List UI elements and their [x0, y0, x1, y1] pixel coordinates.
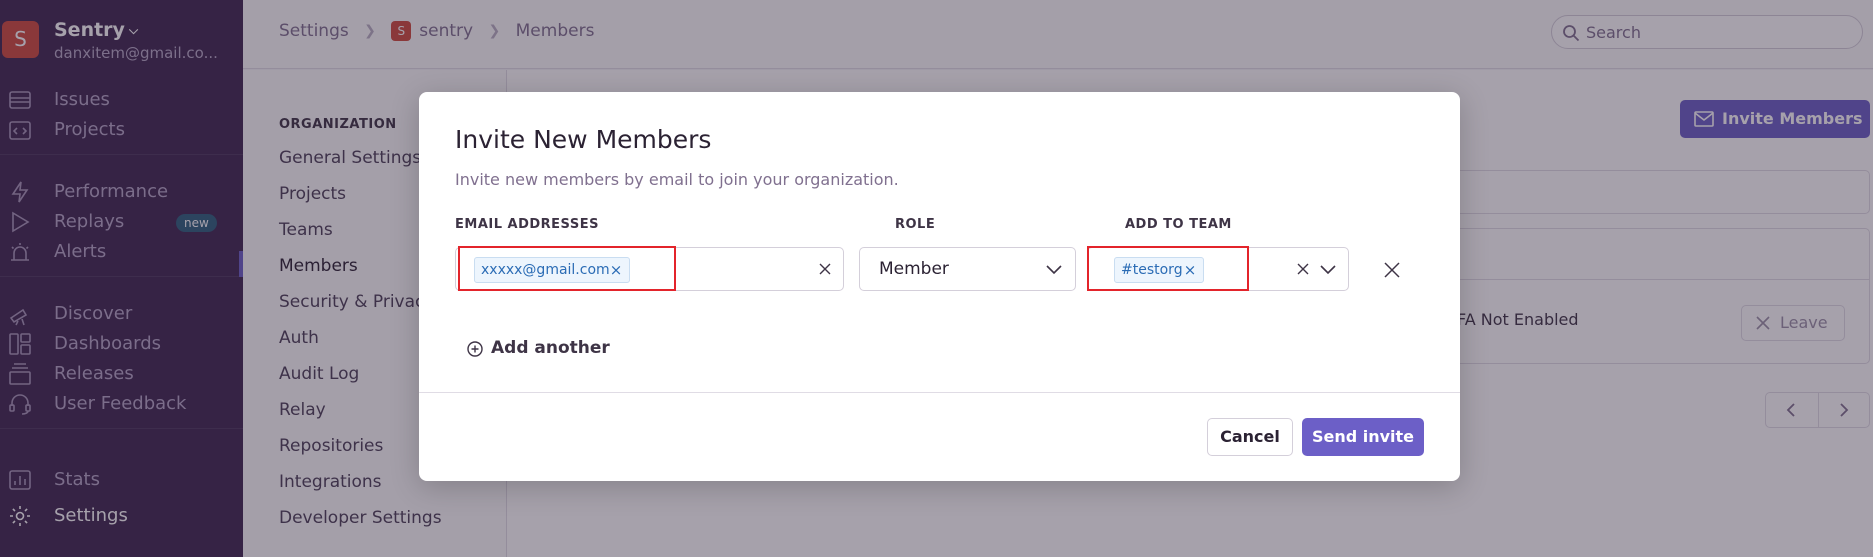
team-chip: #testorg ×: [1114, 257, 1204, 283]
email-column-label: EMAIL ADDRESSES: [455, 217, 599, 232]
modal-title: Invite New Members: [455, 125, 712, 154]
invite-members-modal: Invite New Members Invite new members by…: [419, 92, 1460, 481]
chip-remove-icon[interactable]: ×: [1183, 258, 1197, 282]
role-column-label: ROLE: [895, 217, 936, 232]
email-chip: xxxxx@gmail.com ×: [474, 257, 630, 283]
email-input[interactable]: xxxxx@gmail.com ×: [455, 247, 844, 291]
role-select[interactable]: Member: [859, 247, 1076, 291]
role-value: Member: [879, 259, 949, 279]
send-invite-button[interactable]: Send invite: [1302, 418, 1424, 456]
remove-row-icon[interactable]: [1383, 261, 1401, 279]
modal-subtitle: Invite new members by email to join your…: [455, 170, 899, 189]
add-circle-icon: [467, 341, 483, 357]
cancel-button[interactable]: Cancel: [1207, 418, 1293, 456]
clear-icon[interactable]: [1296, 262, 1310, 276]
team-select[interactable]: #testorg ×: [1087, 247, 1349, 291]
team-column-label: ADD TO TEAM: [1125, 217, 1232, 232]
chevron-down-icon: [1046, 265, 1062, 275]
clear-icon[interactable]: [818, 262, 832, 276]
modal-footer-divider: [419, 392, 1460, 393]
chip-remove-icon[interactable]: ×: [609, 258, 623, 282]
chevron-down-icon: [1320, 265, 1336, 275]
